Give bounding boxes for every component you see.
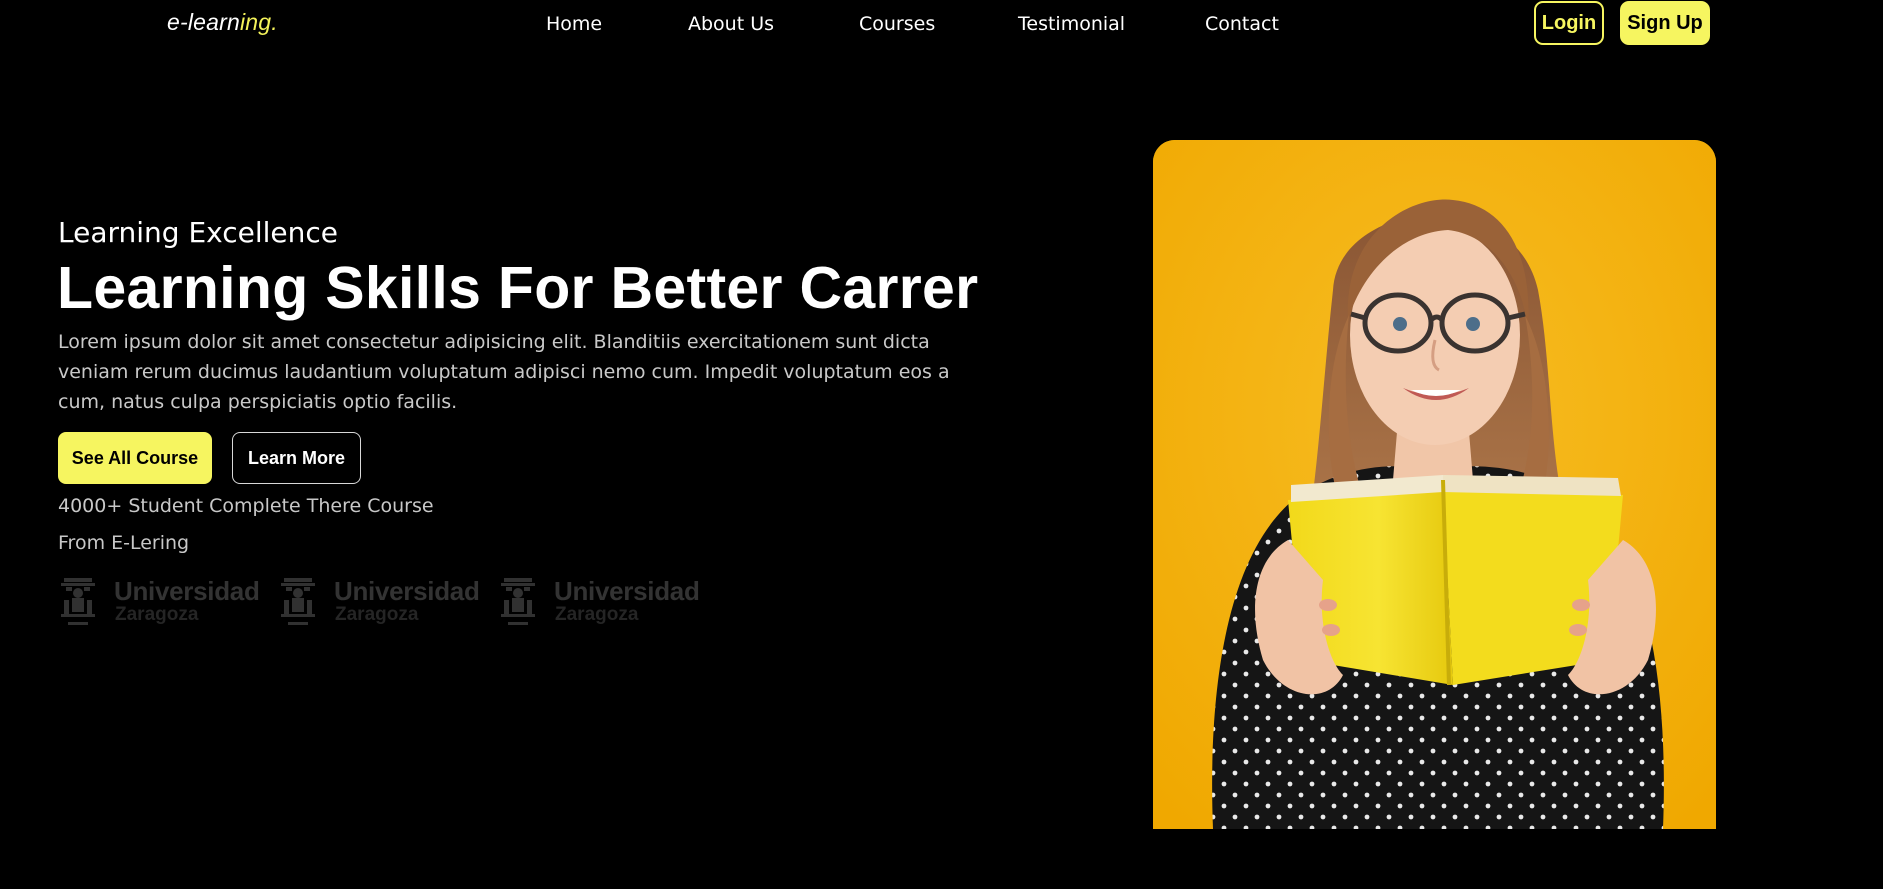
nav-link-home[interactable]: Home <box>546 13 602 35</box>
logo-text-prefix: e-learn <box>167 9 240 35</box>
hero-description: Lorem ipsum dolor sit amet consectetur a… <box>58 331 950 413</box>
top-navbar: e-learning. Home About Us Courses Testim… <box>0 0 1883 48</box>
partner-logo: Universidad Zaragoza <box>278 574 480 632</box>
signup-button[interactable]: Sign Up <box>1620 1 1710 45</box>
hero-eyebrow: Learning Excellence <box>58 216 338 249</box>
hero-headline: Learning Skills For Better Carrer <box>57 255 979 321</box>
university-emblem-icon <box>281 578 315 625</box>
nav-link-testimonial[interactable]: Testimonial <box>1018 13 1125 35</box>
learn-more-button[interactable]: Learn More <box>232 432 361 484</box>
woman-reading-book-illustration <box>1153 140 1716 829</box>
partner-logo-name: Universidad <box>334 576 480 606</box>
brand-logo[interactable]: e-learning. <box>167 9 278 36</box>
logo-text-suffix: ing. <box>240 9 278 35</box>
hero-image <box>1153 140 1716 829</box>
partner-logo: Universidad Zaragoza <box>498 574 700 632</box>
nav-link-about-us[interactable]: About Us <box>688 13 774 35</box>
partner-logo-name: Universidad <box>114 576 260 606</box>
login-button[interactable]: Login <box>1534 1 1604 45</box>
partner-logo-city: Zaragoza <box>115 604 199 625</box>
nav-link-courses[interactable]: Courses <box>859 13 935 35</box>
see-all-course-button[interactable]: See All Course <box>58 432 212 484</box>
student-count-text: 4000+ Student Complete There Course <box>58 495 434 517</box>
partner-logo-city: Zaragoza <box>335 604 419 625</box>
partner-logo: Universidad Zaragoza <box>58 574 260 632</box>
partner-logo-city: Zaragoza <box>555 604 639 625</box>
university-emblem-icon <box>61 578 95 625</box>
source-text: From E-Lering <box>58 532 190 554</box>
partner-logo-name: Universidad <box>554 576 700 606</box>
university-emblem-icon <box>501 578 535 625</box>
nav-link-contact[interactable]: Contact <box>1205 13 1279 35</box>
